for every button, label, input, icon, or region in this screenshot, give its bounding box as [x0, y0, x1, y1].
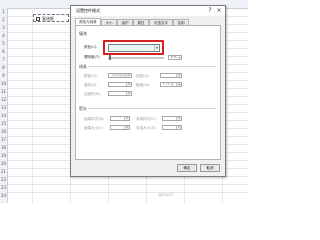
begin-style-label: 始端样式(B):: [84, 117, 105, 121]
highlight-box: [103, 40, 164, 55]
chevron-down-icon[interactable]: ▾: [126, 92, 131, 95]
row-number[interactable]: 15: [0, 120, 7, 128]
chevron-down-icon[interactable]: ▾: [124, 126, 129, 129]
spin-arrows-icon[interactable]: ▴: [176, 83, 181, 86]
connector-dropdown[interactable]: ▾: [108, 91, 132, 96]
cancel-button[interactable]: 取消: [200, 164, 220, 172]
transparency-slider[interactable]: [108, 57, 164, 59]
row-number[interactable]: 23: [0, 184, 7, 192]
line-section-title: 线条: [79, 64, 87, 69]
end-size-label: 末端大小(Z):: [136, 126, 157, 130]
watermark: @Excel: [158, 192, 173, 197]
row-number[interactable]: 20: [0, 160, 7, 168]
spin-arrows-icon[interactable]: ▴: [178, 56, 181, 59]
row-number[interactable]: 14: [0, 112, 7, 120]
row-number[interactable]: 7: [0, 56, 7, 64]
row-number[interactable]: 17: [0, 136, 7, 144]
end-size-dropdown[interactable]: ▾: [162, 125, 182, 130]
row-number[interactable]: 16: [0, 128, 7, 136]
chevron-down-icon[interactable]: ▾: [126, 83, 131, 86]
transparency-slider-thumb[interactable]: [109, 55, 111, 60]
gridline: [8, 184, 248, 185]
checkbox-form-control[interactable]: 复选框: [33, 14, 69, 22]
row-number[interactable]: 1: [0, 8, 7, 16]
row-number[interactable]: 3: [0, 24, 7, 32]
row-number[interactable]: 4: [0, 32, 7, 40]
connector-label: 连接符(N):: [84, 92, 102, 96]
row-header-bar: 1 2 3 4 5 6 7 8 9 10 11 12 13 14 15 16 1…: [0, 8, 8, 203]
checkbox-square[interactable]: [36, 16, 40, 21]
section-divider: [88, 66, 216, 67]
help-icon[interactable]: ?: [207, 8, 213, 14]
transparency-spinbox[interactable]: 0 % ▴: [168, 55, 182, 60]
checkbox-label: 复选框: [42, 16, 54, 21]
begin-size-dropdown[interactable]: ▾: [110, 125, 130, 130]
line-color-dropdown[interactable]: 无线条颜色 ▾: [108, 73, 132, 78]
tab-panel: 填充 颜色(C): ▾ 透明度(T): 0 % ▴ 线条 颜色(O): 无线条颜…: [75, 25, 221, 160]
row-number[interactable]: 21: [0, 168, 7, 176]
line-color-value: 无线条颜色: [111, 73, 127, 77]
line-weight-value: 0.75 磅: [163, 82, 174, 86]
chevron-down-icon[interactable]: ▾: [126, 74, 131, 77]
chevron-down-icon[interactable]: ▾: [124, 117, 129, 120]
close-icon[interactable]: ×: [216, 8, 222, 14]
ok-button[interactable]: 确定: [177, 164, 197, 172]
line-color-label: 颜色(O):: [84, 74, 98, 78]
begin-style-dropdown[interactable]: ▾: [110, 116, 130, 121]
row-number[interactable]: 8: [0, 64, 7, 72]
row-number[interactable]: 12: [0, 96, 7, 104]
dialog-titlebar[interactable]: 设置控件格式 ? ×: [71, 6, 225, 16]
end-style-label: 末端样式(E):: [136, 117, 157, 121]
row-number[interactable]: 24: [0, 192, 7, 200]
begin-size-label: 始端大小(I):: [84, 126, 103, 130]
chevron-down-icon[interactable]: ▾: [176, 117, 181, 120]
row-number[interactable]: 22: [0, 176, 7, 184]
format-control-dialog: 设置控件格式 ? × 颜色与线条 大小 保护 属性 可选文字 控制 填充 颜色(…: [70, 5, 226, 177]
row-number[interactable]: 10: [0, 80, 7, 88]
line-weight-spinbox[interactable]: 0.75 磅 ▴: [160, 82, 182, 87]
line-weight-label: 粗细(W):: [136, 83, 151, 87]
line-style-label: 线型(S):: [136, 74, 150, 78]
line-style-dropdown[interactable]: ▾: [160, 73, 182, 78]
arrows-section-title: 箭头: [79, 106, 87, 111]
chevron-down-icon[interactable]: ▾: [176, 74, 181, 77]
row-number[interactable]: 11: [0, 88, 7, 96]
row-number[interactable]: 9: [0, 72, 7, 80]
end-style-dropdown[interactable]: ▾: [162, 116, 182, 121]
fill-color-label: 颜色(C):: [84, 45, 98, 49]
row-number[interactable]: 5: [0, 40, 7, 48]
dash-dropdown[interactable]: ▾: [108, 82, 132, 87]
row-number[interactable]: 13: [0, 104, 7, 112]
row-number[interactable]: 18: [0, 144, 7, 152]
row-number[interactable]: 2: [0, 16, 7, 24]
gridline: [32, 8, 33, 203]
row-number[interactable]: 6: [0, 48, 7, 56]
section-divider: [88, 108, 216, 109]
dash-label: 虚线(D):: [84, 83, 98, 87]
transparency-value: 0 %: [171, 55, 177, 59]
fill-section-title: 填充: [79, 31, 87, 36]
dialog-title: 设置控件格式: [76, 8, 100, 13]
transparency-label: 透明度(T):: [84, 55, 101, 59]
chevron-down-icon[interactable]: ▾: [176, 126, 181, 129]
gridline: [8, 192, 248, 193]
row-number[interactable]: 19: [0, 152, 7, 160]
